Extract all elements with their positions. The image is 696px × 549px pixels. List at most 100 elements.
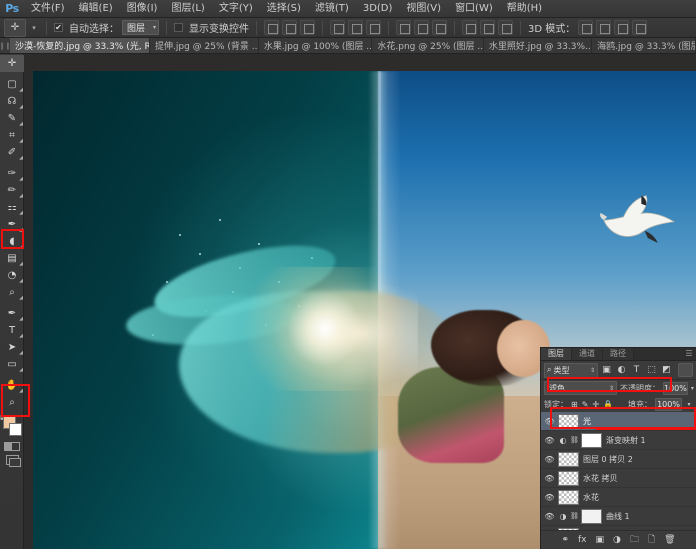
tool-move[interactable]: ✛ xyxy=(0,55,24,72)
mode-3d-drag-button[interactable] xyxy=(614,20,629,35)
tool-rectangle[interactable]: ▭◢ xyxy=(0,356,24,373)
tool-eyedropper[interactable]: ✐◢ xyxy=(0,144,24,161)
tool-path-selection[interactable]: ➤◢ xyxy=(0,339,24,356)
align-top-edges-button[interactable] xyxy=(330,20,345,35)
tool-zoom[interactable]: ⌕ xyxy=(0,394,24,411)
move-tool-icon[interactable]: ✛ xyxy=(4,19,26,37)
menu-type[interactable]: 文字(Y) xyxy=(212,0,260,18)
tab-channels[interactable]: 通道 xyxy=(572,348,603,360)
layer-row-5[interactable]: 👁 ◑ ⛓ 曲线 1 xyxy=(541,507,696,526)
new-group-icon[interactable]: 🗀 xyxy=(630,532,639,548)
distribute-horizontal-centers-button[interactable] xyxy=(480,20,495,35)
opacity-input[interactable]: 100% xyxy=(663,382,688,395)
filter-type-icon[interactable]: T xyxy=(630,363,643,377)
menu-image[interactable]: 图像(I) xyxy=(120,0,165,18)
filter-toggle-switch[interactable] xyxy=(678,363,693,377)
layer-mask-link-icon[interactable]: ⛓ xyxy=(570,512,579,520)
document-tab-0[interactable]: 沙漠-恢复的.jpg @ 33.3% (光, RGB/8*) * × xyxy=(10,38,150,53)
tool-history-brush[interactable]: ✒◢ xyxy=(0,216,24,233)
tool-quick-selection[interactable]: ✎◢ xyxy=(0,110,24,127)
link-layers-icon[interactable]: ⚭ xyxy=(561,535,569,545)
layer-row-4[interactable]: 👁 水花 xyxy=(541,488,696,507)
document-tab-4[interactable]: 水里照好.jpg @ 33.3%... × xyxy=(484,38,592,53)
filter-adjustment-icon[interactable]: ◐ xyxy=(615,363,628,377)
lock-transparent-pixels-icon[interactable]: ⊞ xyxy=(571,400,578,409)
align-left-edges-button[interactable] xyxy=(264,20,279,35)
layer-visibility-icon[interactable]: 👁 xyxy=(543,474,556,483)
document-tab-2[interactable]: 水果.jpg @ 100% (图层 ... × xyxy=(259,38,373,53)
layer-mask-thumbnail[interactable] xyxy=(581,433,602,448)
layer-filter-type-dropdown[interactable]: ⌕ 类型 ⇕ xyxy=(544,363,598,378)
filter-pixel-icon[interactable]: ▣ xyxy=(600,363,613,377)
layer-visibility-icon[interactable]: 👁 xyxy=(543,455,556,464)
show-transform-checkbox[interactable] xyxy=(174,23,183,32)
tab-paths[interactable]: 路径 xyxy=(603,348,634,360)
menu-layer[interactable]: 图层(L) xyxy=(164,0,211,18)
lock-position-icon[interactable]: ✛ xyxy=(592,400,599,409)
new-layer-icon[interactable]: 🗋 xyxy=(648,532,655,548)
tool-hand[interactable]: ✋◢ xyxy=(0,377,24,394)
lock-all-icon[interactable]: 🔒 xyxy=(603,400,613,409)
align-vertical-centers-button[interactable] xyxy=(348,20,363,35)
screen-mode-toggle[interactable] xyxy=(0,453,24,467)
filter-smart-object-icon[interactable]: ◩ xyxy=(660,363,673,377)
tool-blur[interactable]: ◔◢ xyxy=(0,267,24,284)
quick-mask-toggle[interactable] xyxy=(0,440,24,453)
layer-thumbnail[interactable] xyxy=(558,452,579,467)
layer-mask-link-icon[interactable]: ⛓ xyxy=(570,436,579,444)
layer-row-3[interactable]: 👁 水花 拷贝 xyxy=(541,469,696,488)
align-bottom-edges-button[interactable] xyxy=(366,20,381,35)
layer-thumbnail[interactable] xyxy=(558,490,579,505)
menu-3d[interactable]: 3D(D) xyxy=(356,0,400,18)
opacity-stepper-icon[interactable]: ▾ xyxy=(691,385,694,392)
fill-stepper-icon[interactable]: ▾ xyxy=(685,401,693,408)
tool-gradient[interactable]: ▤◢ xyxy=(0,250,24,267)
menu-window[interactable]: 窗口(W) xyxy=(448,0,500,18)
menu-file[interactable]: 文件(F) xyxy=(24,0,72,18)
menu-filter[interactable]: 滤镜(T) xyxy=(308,0,356,18)
tool-lasso[interactable]: ☊◢ xyxy=(0,93,24,110)
background-color-swatch[interactable] xyxy=(9,423,22,436)
mode-3d-rotate-button[interactable] xyxy=(578,20,593,35)
lock-image-pixels-icon[interactable]: ✎ xyxy=(582,400,589,409)
menu-edit[interactable]: 编辑(E) xyxy=(72,0,120,18)
layer-mask-thumbnail[interactable] xyxy=(581,509,602,524)
distribute-bottom-edges-button[interactable] xyxy=(432,20,447,35)
adjustment-layer-icon[interactable]: ◑ xyxy=(613,535,621,545)
menu-help[interactable]: 帮助(H) xyxy=(500,0,549,18)
align-right-edges-button[interactable] xyxy=(300,20,315,35)
tab-layers[interactable]: 图层 xyxy=(541,348,572,360)
mode-3d-slide-button[interactable] xyxy=(632,20,647,35)
panel-menu-icon[interactable]: ☰ xyxy=(682,348,696,360)
layer-thumbnail[interactable] xyxy=(558,471,579,486)
auto-select-checkbox[interactable]: ✔ xyxy=(54,23,63,32)
menu-view[interactable]: 视图(V) xyxy=(399,0,448,18)
distribute-vertical-centers-button[interactable] xyxy=(414,20,429,35)
align-horizontal-centers-button[interactable] xyxy=(282,20,297,35)
layer-row-2[interactable]: 👁 图层 0 拷贝 2 xyxy=(541,450,696,469)
tool-eraser[interactable]: ◖◢ xyxy=(0,233,24,250)
tool-brush[interactable]: ✏◢ xyxy=(0,182,24,199)
distribute-right-edges-button[interactable] xyxy=(498,20,513,35)
tool-rectangular-marquee[interactable]: ▢◢ xyxy=(0,76,24,93)
tool-horizontal-type[interactable]: T◢ xyxy=(0,322,24,339)
menu-select[interactable]: 选择(S) xyxy=(260,0,308,18)
blend-mode-dropdown[interactable]: 滤色 ⇕ xyxy=(544,381,617,395)
auto-select-scope-dropdown[interactable]: 图层 ▾ xyxy=(122,20,159,35)
document-tab-3[interactable]: 水花.png @ 25% (图层 ... × xyxy=(372,38,484,53)
layer-visibility-icon[interactable]: 👁 xyxy=(543,417,556,426)
fill-input[interactable]: 100% xyxy=(655,398,682,411)
mode-3d-roll-button[interactable] xyxy=(596,20,611,35)
tool-pen[interactable]: ✒◢ xyxy=(0,305,24,322)
tool-preset-caret-icon[interactable]: ▾ xyxy=(29,24,39,32)
tool-spot-healing-brush[interactable]: ✑◢ xyxy=(0,165,24,182)
layer-visibility-icon[interactable]: 👁 xyxy=(543,436,556,445)
tool-dodge[interactable]: ⌕◢ xyxy=(0,284,24,301)
color-swatches[interactable]: ⬓ xyxy=(0,414,24,440)
delete-layer-icon[interactable]: 🗑 xyxy=(664,535,675,545)
distribute-top-edges-button[interactable] xyxy=(396,20,411,35)
document-tab-1[interactable]: 提伸.jpg @ 25% (背景 ... × xyxy=(150,38,259,53)
layer-style-icon[interactable]: fx xyxy=(578,535,587,545)
layer-visibility-icon[interactable]: 👁 xyxy=(543,512,556,521)
tool-clone-stamp[interactable]: ⚏◢ xyxy=(0,199,24,216)
